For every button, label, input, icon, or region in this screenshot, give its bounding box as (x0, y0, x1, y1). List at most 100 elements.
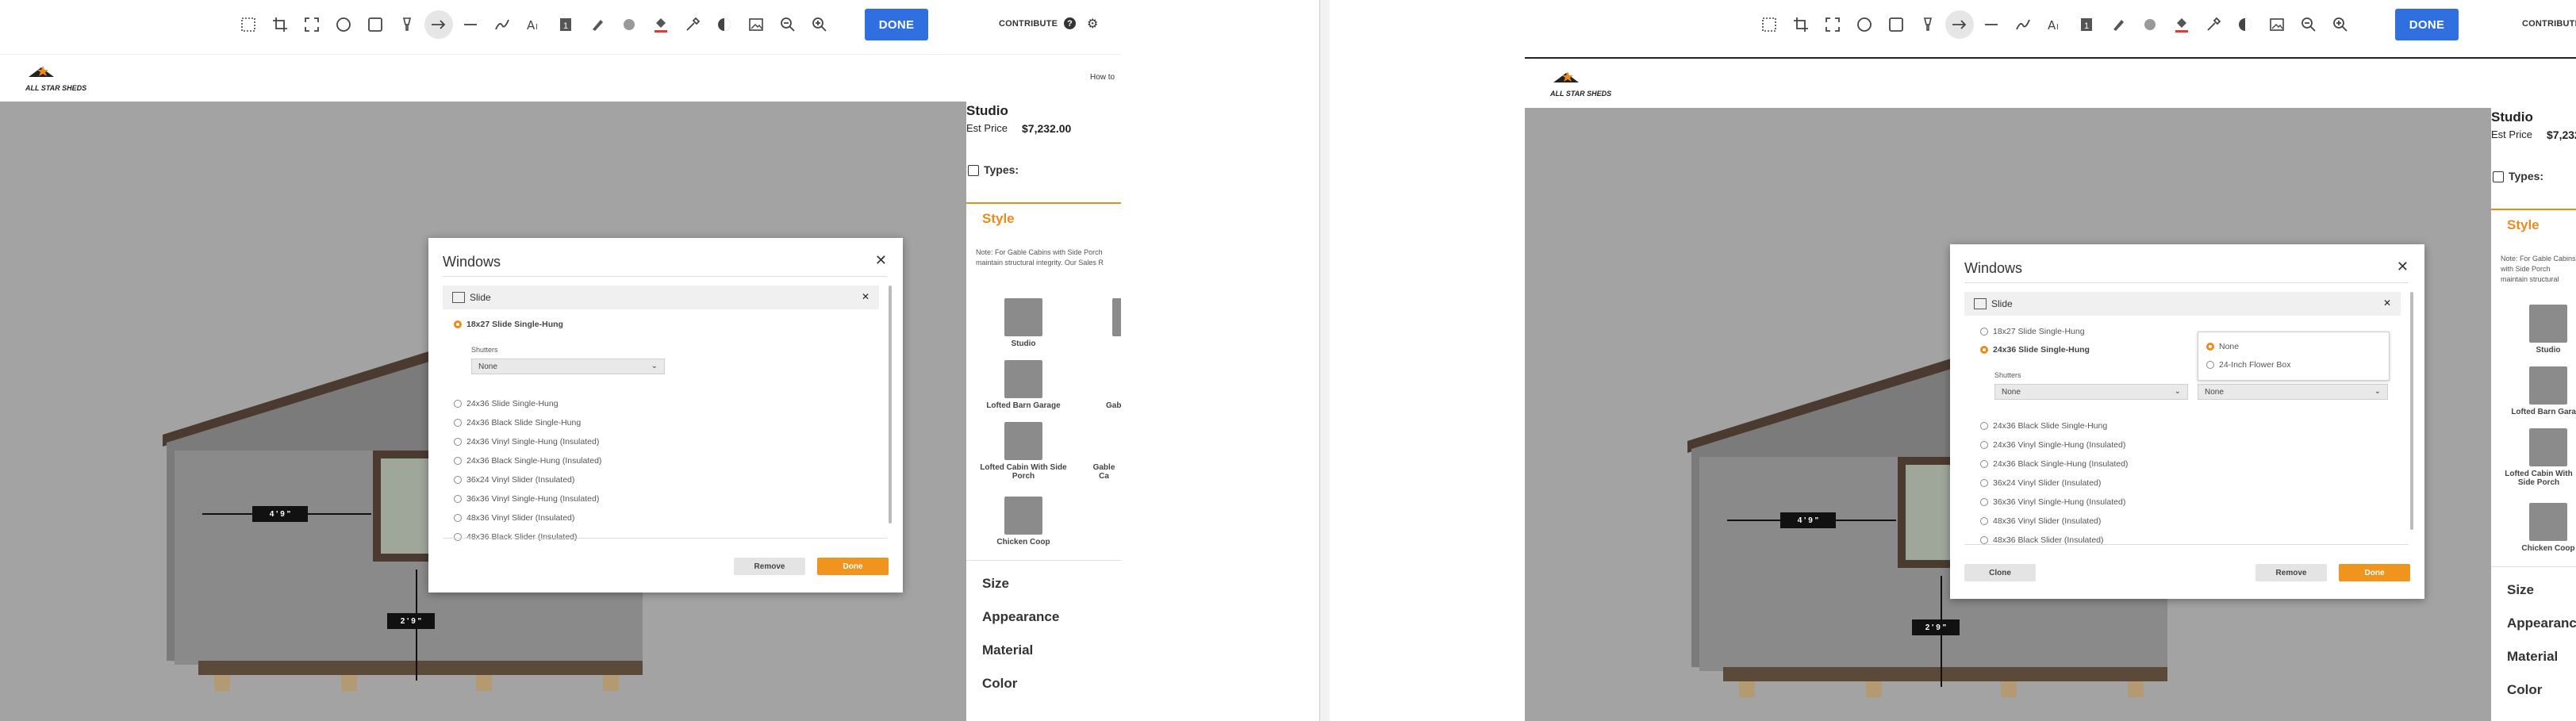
window-option[interactable]: 36x36 Vinyl Single-Hung (Insulated) (454, 494, 599, 504)
flower-option-none[interactable]: None (2206, 342, 2239, 351)
square-icon[interactable] (1886, 14, 1906, 35)
window-option[interactable]: 36x36 Vinyl Single-Hung (Insulated) (1980, 497, 2125, 507)
radio-button[interactable] (1980, 479, 1988, 487)
toolbar-done-button-2[interactable]: DONE (2395, 9, 2459, 40)
pen-icon[interactable] (2013, 14, 2033, 35)
flower-option-24inch[interactable]: 24-Inch Flower Box (2206, 360, 2290, 370)
option-selected-2[interactable]: 24x36 Slide Single-Hung (1980, 345, 2090, 355)
expand-icon[interactable] (1822, 14, 1843, 35)
highlighter-icon[interactable] (1918, 14, 1938, 35)
radio-button[interactable] (454, 495, 462, 503)
crop-icon[interactable] (1791, 14, 1811, 35)
modal-done-button-2[interactable]: Done (2339, 564, 2410, 581)
line-icon[interactable] (1981, 14, 2002, 35)
radio-button[interactable] (454, 419, 462, 427)
style-thumb-lofted-cabin-2[interactable] (2529, 428, 2567, 466)
style-thumb-chicken-coop-2[interactable] (2529, 503, 2567, 541)
square-icon[interactable] (365, 14, 386, 35)
logo-2[interactable]: ALL STAR SHEDS (1550, 70, 1611, 98)
text-icon[interactable]: AI (524, 14, 544, 35)
subheader-close-icon-2[interactable]: ✕ (2383, 297, 2391, 309)
marker-icon[interactable] (2108, 14, 2129, 35)
section-appearance[interactable]: Appearance (982, 609, 1059, 625)
circle-icon[interactable] (333, 14, 354, 35)
option-selected[interactable]: 18x27 Slide Single-Hung (454, 320, 563, 329)
radio-button[interactable] (454, 476, 462, 484)
shutters-select[interactable]: None ⌄ (471, 359, 665, 374)
section-color-2[interactable]: Color (2507, 682, 2542, 698)
style-thumb-studio-2[interactable] (2529, 305, 2567, 343)
close-icon[interactable]: ✕ (875, 252, 887, 269)
marker-icon[interactable] (587, 14, 608, 35)
section-appearance-2[interactable]: Appearance (2507, 616, 2576, 631)
radio-button[interactable] (1980, 422, 1988, 430)
window-option[interactable]: 48x36 Black Slider (Insulated) (454, 532, 578, 542)
window-option[interactable]: 24x36 Vinyl Single-Hung (Insulated) (454, 437, 599, 447)
radio-selected[interactable] (454, 320, 462, 328)
help-icon[interactable]: ? (1064, 17, 1076, 29)
eyedropper-icon[interactable] (682, 14, 703, 35)
radio-selected-2[interactable] (1980, 346, 1988, 354)
fill-icon[interactable] (2171, 14, 2192, 35)
radio-flower-none[interactable] (2206, 343, 2214, 351)
modal-done-button[interactable]: Done (817, 558, 889, 575)
how-to-link[interactable]: How to (1090, 73, 1115, 82)
style-section-header-2[interactable]: Style (2507, 217, 2540, 233)
arrow-icon[interactable] (1945, 10, 1974, 39)
radio-button[interactable] (454, 400, 462, 408)
radio-button[interactable] (454, 533, 462, 541)
section-size[interactable]: Size (982, 576, 1009, 592)
modal-scrollbar-2[interactable] (2410, 292, 2413, 530)
number-icon[interactable]: 1 (555, 14, 576, 35)
window-option[interactable]: 48x36 Vinyl Slider (Insulated) (454, 513, 574, 523)
logo[interactable]: ALL STAR SHEDS (25, 64, 86, 92)
window-option[interactable]: 24x36 Black Slide Single-Hung (1980, 421, 2107, 431)
radio-button[interactable] (1980, 498, 1988, 506)
radio-flower-24inch[interactable] (2206, 361, 2214, 369)
section-material[interactable]: Material (982, 642, 1033, 658)
expand-icon[interactable] (301, 14, 322, 35)
zoom-out-icon[interactable] (2298, 14, 2319, 35)
window-option[interactable]: 24x36 Black Single-Hung (Insulated) (1980, 459, 2128, 469)
text-icon[interactable]: AI (2044, 14, 2065, 35)
option-first[interactable]: 18x27 Slide Single-Hung (1980, 327, 2085, 336)
radio-first[interactable] (1980, 328, 1988, 336)
style-thumb-chicken-coop[interactable] (1004, 497, 1042, 535)
zoom-out-icon[interactable] (777, 14, 798, 35)
contribute-link[interactable]: CONTRIBUTE (999, 19, 1058, 29)
subheader-close-icon[interactable]: ✕ (862, 291, 870, 302)
image-icon[interactable] (746, 14, 766, 35)
radio-button[interactable] (454, 457, 462, 465)
contribute-link-2[interactable]: CONTRIBUTE (2522, 19, 2576, 29)
style-thumb-lofted-barn[interactable] (1004, 360, 1042, 398)
contrast-icon[interactable] (2235, 14, 2255, 35)
radio-button[interactable] (454, 438, 462, 446)
select-rect-icon[interactable] (238, 14, 259, 35)
window-option[interactable]: 24x36 Slide Single-Hung (454, 399, 559, 408)
blur-icon[interactable] (2140, 14, 2160, 35)
window-option[interactable]: 24x36 Black Slide Single-Hung (454, 418, 581, 428)
close-icon-2[interactable]: ✕ (2397, 259, 2409, 275)
window-option[interactable]: 24x36 Black Single-Hung (Insulated) (454, 456, 601, 466)
contrast-icon[interactable] (714, 14, 735, 35)
line-icon[interactable] (460, 14, 481, 35)
radio-button[interactable] (1980, 441, 1988, 449)
crop-icon[interactable] (270, 14, 290, 35)
highlighter-icon[interactable] (397, 14, 417, 35)
toolbar-done-button[interactable]: DONE (865, 9, 928, 40)
image-icon[interactable] (2267, 14, 2287, 35)
radio-button[interactable] (1980, 517, 1988, 525)
style-section-header[interactable]: Style (982, 211, 1015, 227)
style-thumb-lofted-barn-2[interactable] (2529, 366, 2567, 405)
style-thumb-gab[interactable] (1112, 298, 1121, 336)
radio-button[interactable] (1980, 460, 1988, 468)
zoom-in-icon[interactable] (809, 14, 830, 35)
remove-button-2[interactable]: Remove (2255, 564, 2327, 581)
blur-icon[interactable] (619, 14, 639, 35)
section-color[interactable]: Color (982, 676, 1017, 692)
flower-box-select[interactable]: None ⌄ (2198, 384, 2388, 400)
zoom-in-icon[interactable] (2330, 14, 2351, 35)
style-thumb-studio[interactable] (1004, 298, 1042, 336)
window-option[interactable]: 36x24 Vinyl Slider (Insulated) (1980, 478, 2101, 488)
window-option[interactable]: 36x24 Vinyl Slider (Insulated) (454, 475, 574, 485)
